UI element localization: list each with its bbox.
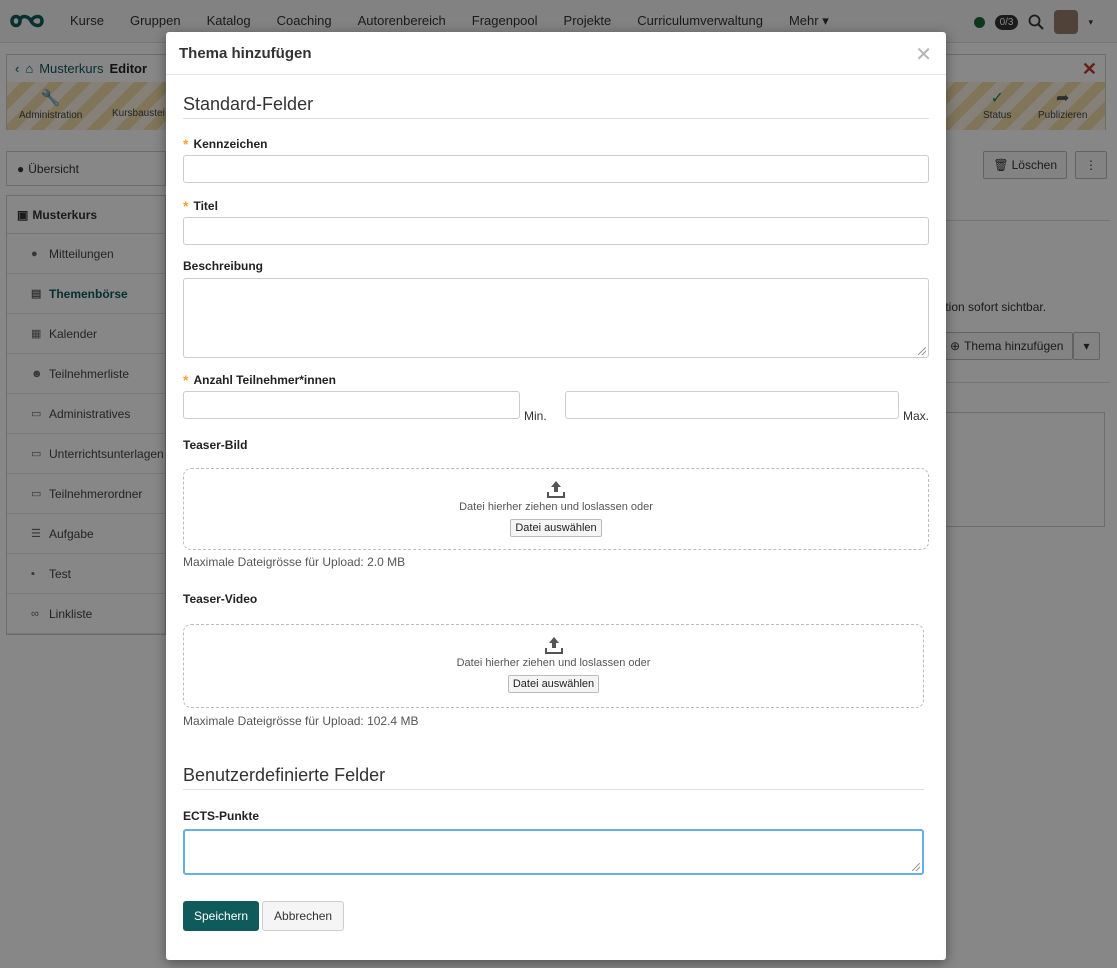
dialog-header: Thema hinzufügen ✕ xyxy=(166,32,946,75)
dialog-title: Thema hinzufügen xyxy=(179,44,312,62)
required-icon: * xyxy=(183,372,189,388)
choose-file-button[interactable]: Datei auswählen xyxy=(510,519,602,537)
resize-handle-icon[interactable] xyxy=(912,863,920,871)
titel-label: * Titel xyxy=(183,198,218,214)
resize-handle-icon[interactable] xyxy=(918,347,926,355)
upload-icon xyxy=(544,637,563,654)
choose-file-button[interactable]: Datei auswählen xyxy=(507,675,600,693)
teaser-image-dropzone[interactable]: Datei hierher ziehen und loslassen oder … xyxy=(183,468,929,550)
required-icon: * xyxy=(183,198,189,214)
teaser-video-dropzone[interactable]: Datei hierher ziehen und loslassen oder … xyxy=(183,624,924,708)
required-icon: * xyxy=(183,136,189,152)
upload-icon xyxy=(547,481,565,498)
section-custom-fields: Benutzerdefinierte Felder xyxy=(183,765,924,790)
titel-field[interactable] xyxy=(183,217,929,245)
kennzeichen-field[interactable] xyxy=(183,155,929,183)
anzahl-label: * Anzahl Teilnehmer*innen xyxy=(183,372,336,388)
min-participants-field[interactable] xyxy=(183,391,520,419)
section-standard-fields: Standard-Felder xyxy=(183,94,929,119)
kennzeichen-label: * Kennzeichen xyxy=(183,136,268,152)
ects-label: ECTS-Punkte xyxy=(183,809,260,823)
max-label: Max. xyxy=(903,409,930,423)
ects-textarea[interactable] xyxy=(183,829,924,875)
teaser-bild-label: Teaser-Bild xyxy=(183,438,248,452)
cancel-button[interactable]: Abbrechen xyxy=(262,901,345,931)
teaser-video-label: Teaser-Video xyxy=(183,592,258,606)
save-button[interactable]: Speichern xyxy=(183,901,260,931)
video-max-size-hint: Maximale Dateigrösse für Upload: 102.4 M… xyxy=(183,714,419,728)
beschreibung-label: Beschreibung xyxy=(183,259,264,273)
max-participants-field[interactable] xyxy=(565,391,899,419)
dialog-buttons: Speichern Abbrechen xyxy=(183,901,345,931)
min-label: Min. xyxy=(524,409,547,423)
close-icon[interactable]: ✕ xyxy=(915,42,932,67)
image-max-size-hint: Maximale Dateigrösse für Upload: 2.0 MB xyxy=(183,555,406,569)
beschreibung-textarea[interactable] xyxy=(183,278,929,358)
add-topic-dialog: Thema hinzufügen ✕ Standard-Felder * Kenn… xyxy=(166,32,946,960)
dropzone-text: Datei hierher ziehen und loslassen oder xyxy=(459,501,653,513)
dropzone-text: Datei hierher ziehen und loslassen oder xyxy=(456,657,651,669)
